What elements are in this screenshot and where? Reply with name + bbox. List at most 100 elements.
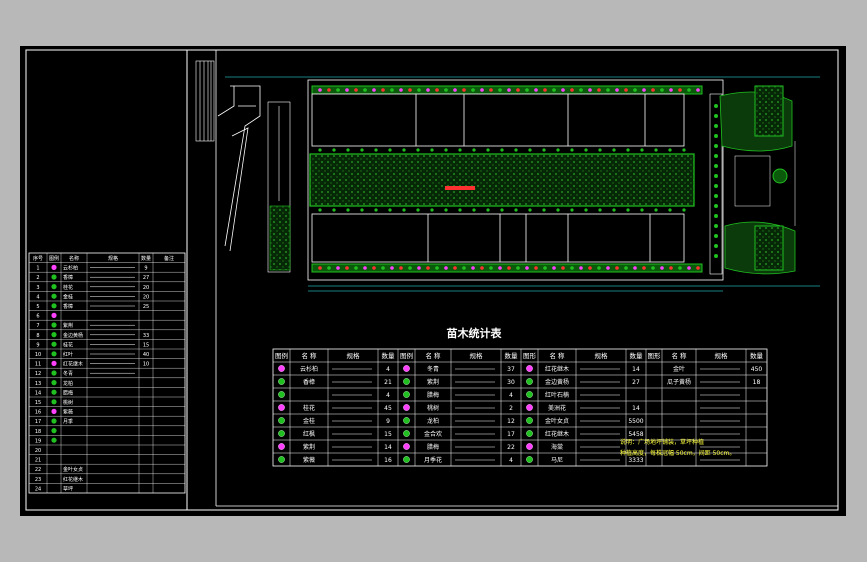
- lawn-edge-tree: [416, 208, 420, 212]
- legend-symbol-icon: [526, 430, 533, 437]
- east-tree: [714, 124, 718, 128]
- hedge-tree-top: [489, 88, 493, 92]
- legend-symbol-icon: [526, 378, 533, 385]
- legend-cell: 9: [144, 266, 147, 272]
- legend-header-cell: 规格: [108, 255, 118, 262]
- hedge-tree-top: [462, 88, 466, 92]
- stats-note-1: 说明：广场地坪铺装，草坪种植: [620, 438, 704, 446]
- lawn-edge-tree: [626, 208, 630, 212]
- hedge-tree-top: [471, 88, 475, 92]
- east-tree: [714, 224, 718, 228]
- stats-cell: 30: [507, 379, 515, 386]
- lawn-edge-tree: [570, 148, 574, 152]
- stats-cell: 4: [386, 392, 390, 399]
- hedge-tree-bottom: [624, 266, 628, 270]
- hedge-tree-top: [363, 88, 367, 92]
- stats-cell: 45: [384, 405, 392, 412]
- lawn-edge-tree: [612, 208, 616, 212]
- east-tree: [714, 254, 718, 258]
- lawn-edge-tree: [472, 208, 476, 212]
- hedge-tree-top: [417, 88, 421, 92]
- hedge-tree-bottom: [327, 266, 331, 270]
- hedge-tree-bottom: [417, 266, 421, 270]
- legend-cell: 19: [35, 438, 41, 444]
- legend-cell: 10: [35, 352, 41, 358]
- legend-cell: 27: [143, 275, 149, 281]
- lawn-edge-tree: [514, 148, 518, 152]
- hedge-tree-top: [525, 88, 529, 92]
- hedge-tree-top: [552, 88, 556, 92]
- hedge-tree-bottom: [354, 266, 358, 270]
- stats-cell: 21: [384, 379, 392, 386]
- hedge-tree-bottom: [525, 266, 529, 270]
- stats-cell: 金合欢: [424, 430, 442, 438]
- hedge-tree-top: [597, 88, 601, 92]
- hedge-tree-top: [633, 88, 637, 92]
- stats-cell: 14: [632, 405, 640, 412]
- hedge-tree-top: [507, 88, 511, 92]
- hedge-tree-top: [435, 88, 439, 92]
- hedge-tree-top: [399, 88, 403, 92]
- hedge-tree-top: [669, 88, 673, 92]
- legend-cell: 9: [36, 342, 39, 348]
- stats-cell: 红花继木: [545, 365, 569, 373]
- hedge-tree-bottom: [399, 266, 403, 270]
- legend-cell: 5: [36, 304, 39, 310]
- stats-cell: 5458: [628, 431, 643, 438]
- legend-symbol-icon: [278, 365, 285, 372]
- hedge-tree-top: [408, 88, 412, 92]
- legend-row-icon: [51, 332, 57, 338]
- legend-row-icon: [51, 293, 57, 299]
- lawn-edge-tree: [444, 208, 448, 212]
- lawn-edge-tree: [374, 208, 378, 212]
- hedge-tree-bottom: [426, 266, 430, 270]
- east-tree: [714, 154, 718, 158]
- lawn-edge-tree: [402, 148, 406, 152]
- stats-header-cell: 数量: [750, 351, 764, 360]
- cad-drawing-frame: 苗木统计表 图例名 称规格 数量 图例名 称规格 数量 图形名 称规格 数量 图形名 称规格…: [20, 46, 846, 516]
- legend-cell: 云杉柏: [63, 265, 78, 272]
- lawn-edge-tree: [430, 208, 434, 212]
- legend-cell: 3: [36, 285, 39, 291]
- stats-cell: 金叶: [673, 365, 685, 373]
- hedge-tree-bottom: [408, 266, 412, 270]
- legend-symbol-icon: [403, 443, 410, 450]
- lower-buildings: [311, 213, 685, 263]
- legend-header-cell: 备注: [164, 255, 174, 262]
- legend-header-cell: 序号: [33, 255, 43, 262]
- lawn-edge-tree: [416, 148, 420, 152]
- lawn-edge-tree: [346, 148, 350, 152]
- lawn-edge-tree: [556, 208, 560, 212]
- hedge-tree-bottom: [570, 266, 574, 270]
- legend-row-icon: [51, 428, 57, 434]
- side-tick-strip: [195, 60, 215, 142]
- legend-symbol-icon: [403, 365, 410, 372]
- legend-row-icon: [51, 408, 57, 414]
- stats-cell: 腊梅: [427, 391, 439, 399]
- hedge-tree-top: [480, 88, 484, 92]
- legend-cell: 草坪: [63, 485, 73, 492]
- lawn-edge-tree: [654, 148, 658, 152]
- legend-cell: 20: [143, 294, 149, 300]
- stats-header-cell: 数量: [630, 351, 644, 360]
- lawn-edge-tree: [528, 208, 532, 212]
- hedge-tree-top: [651, 88, 655, 92]
- lawn-edge-tree: [332, 148, 336, 152]
- legend-row-icon: [51, 303, 57, 309]
- legend-cell: 红花继木: [63, 476, 83, 483]
- stats-cell: 马尼: [551, 456, 563, 464]
- legend-cell: 13: [35, 381, 41, 387]
- stats-cell: 红花继木: [545, 430, 569, 438]
- hedge-tree-top: [570, 88, 574, 92]
- hedge-tree-bottom: [462, 266, 466, 270]
- hedge-tree-bottom: [588, 266, 592, 270]
- legend-cell: 香樟: [63, 274, 73, 281]
- hedge-tree-bottom: [489, 266, 493, 270]
- hedge-tree-top: [336, 88, 340, 92]
- lawn-edge-tree: [668, 208, 672, 212]
- lawn-edge-tree: [682, 208, 686, 212]
- east-tree: [714, 204, 718, 208]
- legend-cell: 15: [35, 400, 41, 406]
- legend-symbol-icon: [278, 404, 285, 411]
- legend-row-icon: [51, 389, 57, 395]
